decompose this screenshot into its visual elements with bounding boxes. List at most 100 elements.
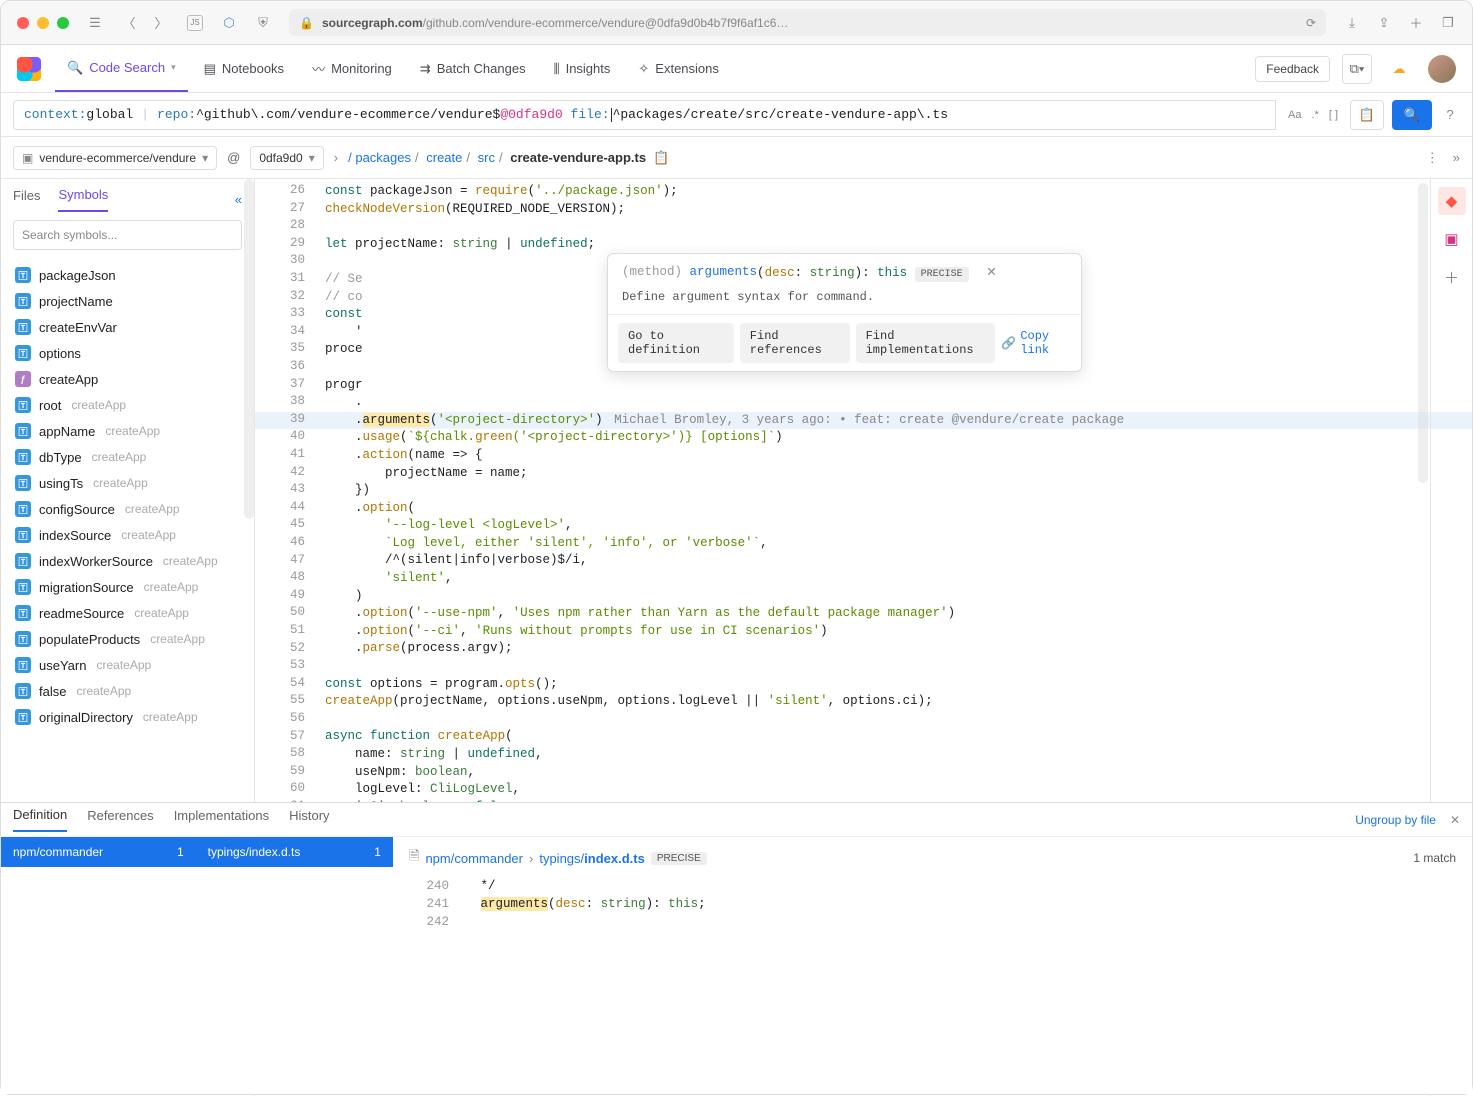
code-line[interactable]: logLevel: CliLogLevel, [325, 781, 1472, 799]
symbol-item[interactable]: 🅃dbTypecreateApp [1, 444, 254, 470]
symbol-item[interactable]: 🅃indexSourcecreateApp [1, 522, 254, 548]
code-line[interactable]: .arguments('<project-directory>') Michae… [255, 412, 1472, 430]
code-line[interactable]: createApp(projectName, options.useNpm, o… [325, 693, 1472, 711]
tab-extensions[interactable]: ✧Extensions [626, 45, 731, 92]
tab-code-search[interactable]: 🔍Code Search▾ [55, 45, 188, 92]
search-button[interactable]: 🔍 [1392, 100, 1432, 130]
code-line[interactable]: checkNodeVersion(REQUIRED_NODE_VERSION); [325, 201, 1472, 219]
download-icon[interactable]: ⤓ [1344, 15, 1360, 31]
def-code-line[interactable]: 242 [409, 913, 1456, 931]
code-line[interactable]: .option('--ci', 'Runs without prompts fo… [325, 623, 1472, 641]
symbol-item[interactable]: 🅃projectName [1, 288, 254, 314]
bc-root[interactable]: / [348, 150, 352, 165]
editor-scrollbar[interactable] [1418, 183, 1428, 483]
code-line[interactable]: .option( [325, 500, 1472, 518]
tab-batch[interactable]: ⇉Batch Changes [408, 45, 538, 92]
tab-monitoring[interactable]: 〰Monitoring [300, 45, 404, 92]
symbol-item[interactable]: 🅃populateProductscreateApp [1, 626, 254, 652]
symbol-item[interactable]: 🅃options [1, 340, 254, 366]
feedback-button[interactable]: Feedback [1255, 56, 1330, 82]
close-icon[interactable]: ✕ [986, 266, 996, 280]
code-line[interactable]: projectName = name; [325, 465, 1472, 483]
copy-path-icon[interactable]: 📋 [653, 150, 669, 165]
code-line[interactable]: . [325, 394, 1472, 412]
close-panel-icon[interactable]: ✕ [1450, 813, 1460, 827]
fwd-icon[interactable]: 〉 [153, 15, 169, 31]
symbol-item[interactable]: 🅃createEnvVar [1, 314, 254, 340]
code-line[interactable]: /^(silent|info|verbose)$/i, [325, 552, 1472, 570]
symbol-item[interactable]: ƒcreateApp [1, 366, 254, 392]
max-window[interactable] [57, 17, 69, 29]
symbol-item[interactable]: 🅃readmeSourcecreateApp [1, 600, 254, 626]
symbol-item[interactable]: 🅃appNamecreateApp [1, 418, 254, 444]
repo-chip[interactable]: ▣vendure-ecommerce/vendure▾ [13, 146, 217, 170]
symbol-search-input[interactable]: Search symbols... [13, 220, 242, 250]
symbol-item[interactable]: 🅃migrationSourcecreateApp [1, 574, 254, 600]
tab-insights[interactable]: ⫼Insights [542, 45, 623, 92]
code-line[interactable]: async function createApp( [325, 728, 1472, 746]
sourcegraph-logo[interactable] [17, 57, 41, 81]
find-refs-button[interactable]: Find references [740, 323, 850, 363]
code-line[interactable]: const packageJson = require('../package.… [325, 183, 1472, 201]
goto-def-button[interactable]: Go to definition [618, 323, 734, 363]
code-line[interactable]: ) [325, 588, 1472, 606]
code-line[interactable] [325, 711, 1472, 729]
ungroup-link[interactable]: Ungroup by file [1355, 813, 1436, 827]
rail-add-icon[interactable]: ＋ [1438, 263, 1466, 291]
tab-references[interactable]: References [87, 808, 153, 831]
code-line[interactable]: progr [325, 377, 1472, 395]
window-controls[interactable] [17, 17, 69, 29]
collapse-icon[interactable]: » [1453, 150, 1460, 166]
bc-dir[interactable]: src [478, 150, 495, 165]
sidebar-tab-symbols[interactable]: Symbols [58, 187, 108, 212]
newtab-icon[interactable]: ＋ [1408, 15, 1424, 31]
code-line[interactable]: useNpm: boolean, [325, 764, 1472, 782]
close-window[interactable] [17, 17, 29, 29]
symbol-item[interactable]: 🅃packageJson [1, 262, 254, 288]
reload-icon[interactable]: ⟳ [1306, 16, 1316, 30]
code-line[interactable]: let projectName: string | undefined; [325, 236, 1472, 254]
rail-sourcegraph-icon[interactable]: ◆ [1438, 187, 1466, 215]
symbol-item[interactable]: 🅃usingTscreateApp [1, 470, 254, 496]
def-code-line[interactable]: 241 arguments(desc: string): this; [409, 895, 1456, 913]
tab-notebooks[interactable]: ▤Notebooks [192, 45, 296, 92]
avatar[interactable] [1428, 55, 1456, 83]
def-code-line[interactable]: 240 */ [409, 877, 1456, 895]
regex-toggle[interactable]: .* [1311, 109, 1318, 121]
symbol-item[interactable]: 🅃originalDirectorycreateApp [1, 704, 254, 730]
min-window[interactable] [37, 17, 49, 29]
sidebar-scrollbar[interactable] [244, 179, 254, 519]
bc-dir[interactable]: packages [355, 150, 411, 165]
rail-ext-icon[interactable]: ▣ [1438, 225, 1466, 253]
copy-link[interactable]: 🔗Copy link [1001, 329, 1071, 357]
bracket-toggle[interactable]: [ ] [1329, 109, 1338, 121]
shield-icon[interactable]: ⛨ [255, 15, 271, 31]
back-icon[interactable]: 〈 [121, 15, 137, 31]
def-repo[interactable]: npm/commander [425, 851, 523, 866]
collapse-sidebar-icon[interactable]: « [235, 192, 242, 207]
def-file-item[interactable]: npm/commander1 typings/index.d.ts1 [1, 837, 393, 867]
code-line[interactable]: const options = program.opts(); [325, 676, 1472, 694]
sidebar-icon[interactable]: ☰ [87, 15, 103, 31]
code-line[interactable]: 'silent', [325, 570, 1472, 588]
case-toggle[interactable]: Aa [1288, 109, 1301, 121]
tab-history[interactable]: History [289, 808, 329, 831]
settings-dropdown[interactable]: ⧉▾ [1342, 54, 1372, 84]
symbol-item[interactable]: 🅃falsecreateApp [1, 678, 254, 704]
symbol-item[interactable]: 🅃rootcreateApp [1, 392, 254, 418]
share-icon[interactable]: ⇪ [1376, 15, 1392, 31]
tab-implementations[interactable]: Implementations [174, 808, 269, 831]
help-icon[interactable]: ? [1440, 107, 1460, 122]
code-line[interactable]: }) [325, 482, 1472, 500]
search-input[interactable]: context:global | repo:^github\.com/vendu… [13, 100, 1276, 130]
code-line[interactable]: .parse(process.argv); [325, 640, 1472, 658]
code-line[interactable]: .usage(`${chalk.green('<project-director… [325, 429, 1472, 447]
symbol-item[interactable]: 🅃indexWorkerSourcecreateApp [1, 548, 254, 574]
code-line[interactable]: .action(name => { [325, 447, 1472, 465]
code-line[interactable]: `Log level, either 'silent', 'info', or … [325, 535, 1472, 553]
code-line[interactable] [325, 658, 1472, 676]
find-impls-button[interactable]: Find implementations [856, 323, 996, 363]
symbol-item[interactable]: 🅃configSourcecreateApp [1, 496, 254, 522]
code-line[interactable]: .option('--use-npm', 'Uses npm rather th… [325, 605, 1472, 623]
bc-dir[interactable]: create [426, 150, 462, 165]
